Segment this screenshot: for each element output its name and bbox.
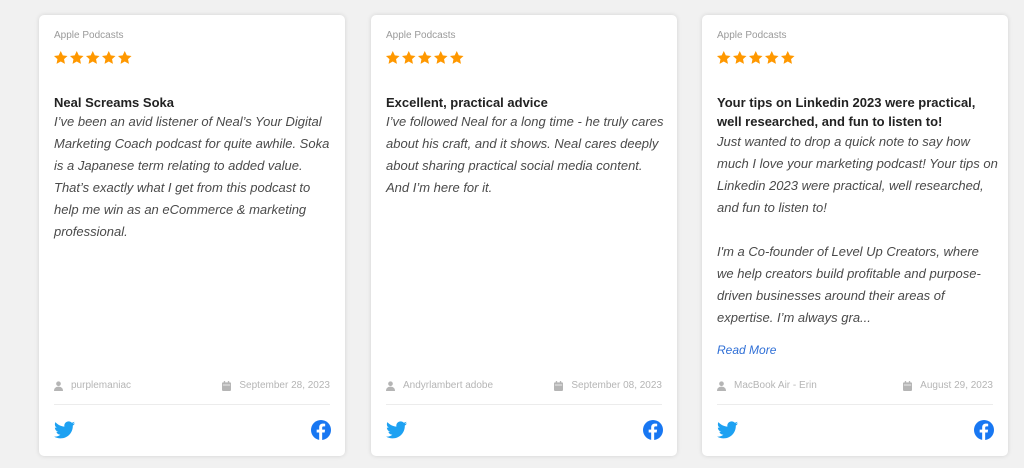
review-card: Apple Podcasts Neal Screams Soka I’ve be… (39, 15, 345, 456)
star-icon (764, 50, 779, 64)
calendar-icon (222, 380, 232, 391)
star-rating (53, 50, 133, 67)
star-icon (732, 50, 747, 64)
user-icon (717, 380, 726, 391)
user-icon (386, 380, 395, 391)
review-body: I’ve been an avid listener of Neal’s You… (54, 114, 330, 239)
divider (717, 404, 993, 405)
star-icon (385, 50, 400, 64)
star-icon (85, 50, 100, 64)
star-icon (101, 50, 116, 64)
star-icon (417, 50, 432, 64)
review-body: Just wanted to drop a quick note to say … (717, 134, 998, 325)
star-rating (385, 50, 465, 67)
review-body: I’ve followed Neal for a long time - he … (386, 114, 664, 195)
star-icon (748, 50, 763, 64)
date-text: September 28, 2023 (239, 380, 330, 391)
author-name: purplemaniac (71, 380, 132, 391)
review-meta: Andyrlambert adobe September 08, 2023 (386, 380, 662, 394)
star-icon (69, 50, 84, 64)
star-icon (117, 50, 132, 64)
review-author: purplemaniac (54, 380, 131, 391)
divider (54, 404, 330, 405)
review-author: MacBook Air - Erin (717, 380, 817, 391)
star-icon (780, 50, 795, 64)
star-icon (716, 50, 731, 64)
author-name: Andyrlambert adobe (403, 380, 494, 391)
review-title: Neal Screams Soka (54, 95, 174, 110)
review-meta: MacBook Air - Erin August 29, 2023 (717, 380, 993, 394)
star-icon (449, 50, 464, 64)
star-icon (53, 50, 68, 64)
calendar-icon (903, 380, 913, 391)
date-text: September 08, 2023 (571, 380, 662, 391)
star-rating (716, 50, 796, 67)
review-meta: purplemaniac September 28, 2023 (54, 380, 330, 394)
twitter-icon[interactable] (717, 421, 738, 439)
review-source: Apple Podcasts (54, 30, 124, 41)
review-title: Your tips on Linkedin 2023 were practica… (717, 95, 976, 129)
review-source: Apple Podcasts (386, 30, 456, 41)
facebook-icon[interactable] (643, 420, 663, 440)
review-date: September 28, 2023 (222, 380, 330, 391)
twitter-icon[interactable] (54, 421, 75, 439)
facebook-icon[interactable] (974, 420, 994, 440)
date-text: August 29, 2023 (920, 380, 993, 391)
star-icon (433, 50, 448, 64)
star-icon (401, 50, 416, 64)
user-icon (54, 380, 63, 391)
calendar-icon (554, 380, 564, 391)
divider (386, 404, 662, 405)
review-source: Apple Podcasts (717, 30, 787, 41)
twitter-icon[interactable] (386, 421, 407, 439)
review-date: September 08, 2023 (554, 380, 662, 391)
review-title: Excellent, practical advice (386, 95, 548, 110)
review-author: Andyrlambert adobe (386, 380, 493, 391)
author-name: MacBook Air - Erin (734, 380, 817, 391)
facebook-icon[interactable] (311, 420, 331, 440)
review-card: Apple Podcasts Excellent, practical advi… (371, 15, 677, 456)
review-date: August 29, 2023 (903, 380, 993, 391)
review-card: Apple Podcasts Your tips on Linkedin 202… (702, 15, 1008, 456)
read-more-link[interactable]: Read More (717, 343, 776, 357)
